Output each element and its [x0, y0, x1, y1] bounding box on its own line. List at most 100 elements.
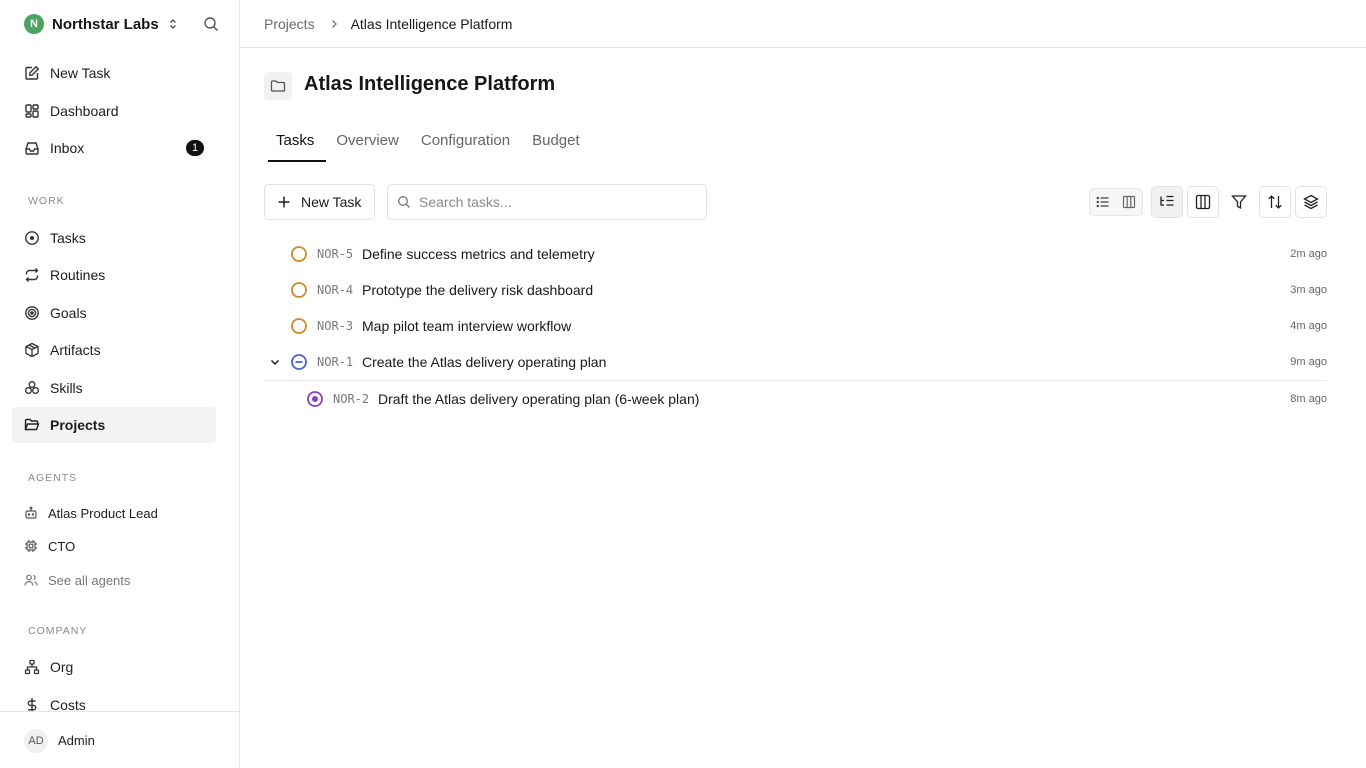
- status-todo-icon[interactable]: [290, 317, 308, 335]
- chevron-right-icon: [329, 19, 339, 29]
- sidebar-item-goals[interactable]: Goals: [12, 295, 216, 331]
- sidebar-item-label: Artifacts: [50, 342, 101, 358]
- sidebar-item-skills[interactable]: Skills: [12, 370, 216, 406]
- list-view-icon[interactable]: [1090, 189, 1116, 215]
- breadcrumb-current: Atlas Intelligence Platform: [350, 15, 513, 32]
- breadcrumb: Projects Atlas Intelligence Platform: [240, 0, 1366, 48]
- task-title: Draft the Atlas delivery operating plan …: [378, 391, 700, 407]
- org-chart-icon: [24, 659, 40, 675]
- sidebar-item-label: Org: [50, 659, 74, 675]
- workspace-name: Northstar Labs: [52, 15, 159, 33]
- status-blocked-icon[interactable]: [290, 353, 308, 371]
- tab-overview[interactable]: Overview: [324, 124, 411, 162]
- sidebar-item-label: Skills: [50, 380, 83, 396]
- agent-label: CTO: [48, 538, 76, 554]
- agent-label: See all agents: [48, 572, 131, 588]
- task-title: Map pilot team interview workflow: [362, 318, 572, 334]
- task-row[interactable]: NOR-5 Define success metrics and telemet…: [264, 236, 1327, 272]
- sidebar-item-tasks[interactable]: Tasks: [12, 220, 216, 256]
- repeat-icon: [24, 267, 40, 283]
- inbox-icon: [24, 140, 40, 156]
- agent-item-cto[interactable]: CTO: [12, 532, 216, 560]
- user-menu[interactable]: AD Admin: [0, 711, 239, 768]
- sidebar-item-org[interactable]: Org: [12, 649, 216, 685]
- project-tabs: Tasks Overview Configuration Budget: [264, 124, 590, 162]
- columns-button[interactable]: [1187, 186, 1219, 218]
- sidebar-item-dashboard[interactable]: Dashboard: [12, 93, 216, 129]
- tab-tasks[interactable]: Tasks: [264, 124, 327, 162]
- search-input[interactable]: [419, 194, 689, 210]
- chevron-down-icon[interactable]: [268, 355, 282, 369]
- status-todo-icon[interactable]: [290, 281, 308, 299]
- breadcrumb-projects-link[interactable]: Projects: [264, 16, 315, 32]
- tree-view-button[interactable]: [1151, 186, 1183, 218]
- task-id: NOR-2: [333, 392, 370, 406]
- task-title: Define success metrics and telemetry: [362, 246, 595, 262]
- workspace-switcher[interactable]: N Northstar Labs: [24, 14, 179, 34]
- workspace-logo: N: [24, 14, 44, 34]
- dashboard-icon: [24, 103, 40, 119]
- task-time: 4m ago: [1290, 320, 1327, 332]
- avatar: AD: [24, 729, 48, 753]
- cpu-icon: [24, 539, 38, 553]
- task-title: Prototype the delivery risk dashboard: [362, 282, 594, 298]
- bot-icon: [24, 506, 38, 520]
- subtask-row[interactable]: NOR-2 Draft the Atlas delivery operating…: [264, 381, 1327, 417]
- sidebar-item-label: Routines: [50, 267, 106, 283]
- new-task-button[interactable]: New Task: [264, 184, 375, 220]
- folder-icon: [264, 72, 292, 100]
- task-time: 3m ago: [1290, 284, 1327, 296]
- inbox-count-badge: 1: [186, 140, 204, 156]
- sidebar-item-label: Goals: [50, 305, 87, 321]
- filter-button[interactable]: [1223, 186, 1255, 218]
- user-name: Admin: [58, 733, 95, 748]
- plus-icon: [277, 195, 291, 209]
- task-id: NOR-4: [317, 283, 354, 297]
- sidebar-item-projects[interactable]: Projects: [12, 407, 216, 443]
- task-time: 8m ago: [1290, 393, 1327, 405]
- task-row[interactable]: NOR-1 Create the Atlas delivery operatin…: [264, 344, 1327, 380]
- sidebar-item-inbox[interactable]: Inbox 1: [12, 130, 216, 166]
- task-row[interactable]: NOR-3 Map pilot team interview workflow …: [264, 308, 1327, 344]
- tree-view-icon: [1159, 194, 1175, 210]
- box-icon: [24, 342, 40, 358]
- sidebar-item-label: Inbox: [50, 140, 85, 156]
- filter-icon: [1231, 194, 1247, 210]
- section-heading-work: WORK: [28, 195, 65, 207]
- folder-open-icon: [24, 417, 40, 433]
- task-row[interactable]: NOR-4 Prototype the delivery risk dashbo…: [264, 272, 1327, 308]
- board-view-icon[interactable]: [1116, 189, 1142, 215]
- sidebar-item-label: Tasks: [50, 230, 86, 246]
- sidebar-item-label: Dashboard: [50, 103, 119, 119]
- sidebar-item-label: New Task: [50, 65, 111, 81]
- layers-button[interactable]: [1295, 186, 1327, 218]
- task-search: [387, 184, 707, 220]
- users-icon: [24, 573, 38, 587]
- view-mode-toggle: [1089, 188, 1143, 216]
- layers-icon: [1303, 194, 1319, 210]
- sidebar-item-artifacts[interactable]: Artifacts: [12, 332, 216, 368]
- status-todo-icon[interactable]: [290, 245, 308, 263]
- skills-icon: [24, 380, 40, 396]
- task-time: 9m ago: [1290, 356, 1327, 368]
- columns-icon: [1195, 194, 1211, 210]
- main-content: Projects Atlas Intelligence Platform Atl…: [240, 0, 1366, 768]
- see-all-agents-link[interactable]: See all agents: [12, 566, 216, 594]
- tab-configuration[interactable]: Configuration: [409, 124, 522, 162]
- task-title: Create the Atlas delivery operating plan: [362, 354, 607, 370]
- status-in-review-icon[interactable]: [306, 390, 324, 408]
- search-icon[interactable]: [201, 14, 221, 34]
- sidebar-item-new-task[interactable]: New Task: [12, 55, 216, 91]
- sidebar-item-label: Projects: [50, 417, 106, 433]
- edit-icon: [24, 65, 40, 81]
- task-id: NOR-5: [317, 247, 354, 261]
- agent-item-atlas-product-lead[interactable]: Atlas Product Lead: [12, 499, 216, 527]
- sidebar: N Northstar Labs New Task Dashboard Inbo…: [0, 0, 240, 768]
- section-heading-company: COMPANY: [28, 625, 88, 637]
- sort-button[interactable]: [1259, 186, 1291, 218]
- tab-budget[interactable]: Budget: [520, 124, 592, 162]
- sidebar-item-routines[interactable]: Routines: [12, 257, 216, 293]
- new-task-button-label: New Task: [301, 194, 362, 210]
- chevron-up-down-icon: [167, 18, 179, 30]
- circle-dot-icon: [24, 230, 40, 246]
